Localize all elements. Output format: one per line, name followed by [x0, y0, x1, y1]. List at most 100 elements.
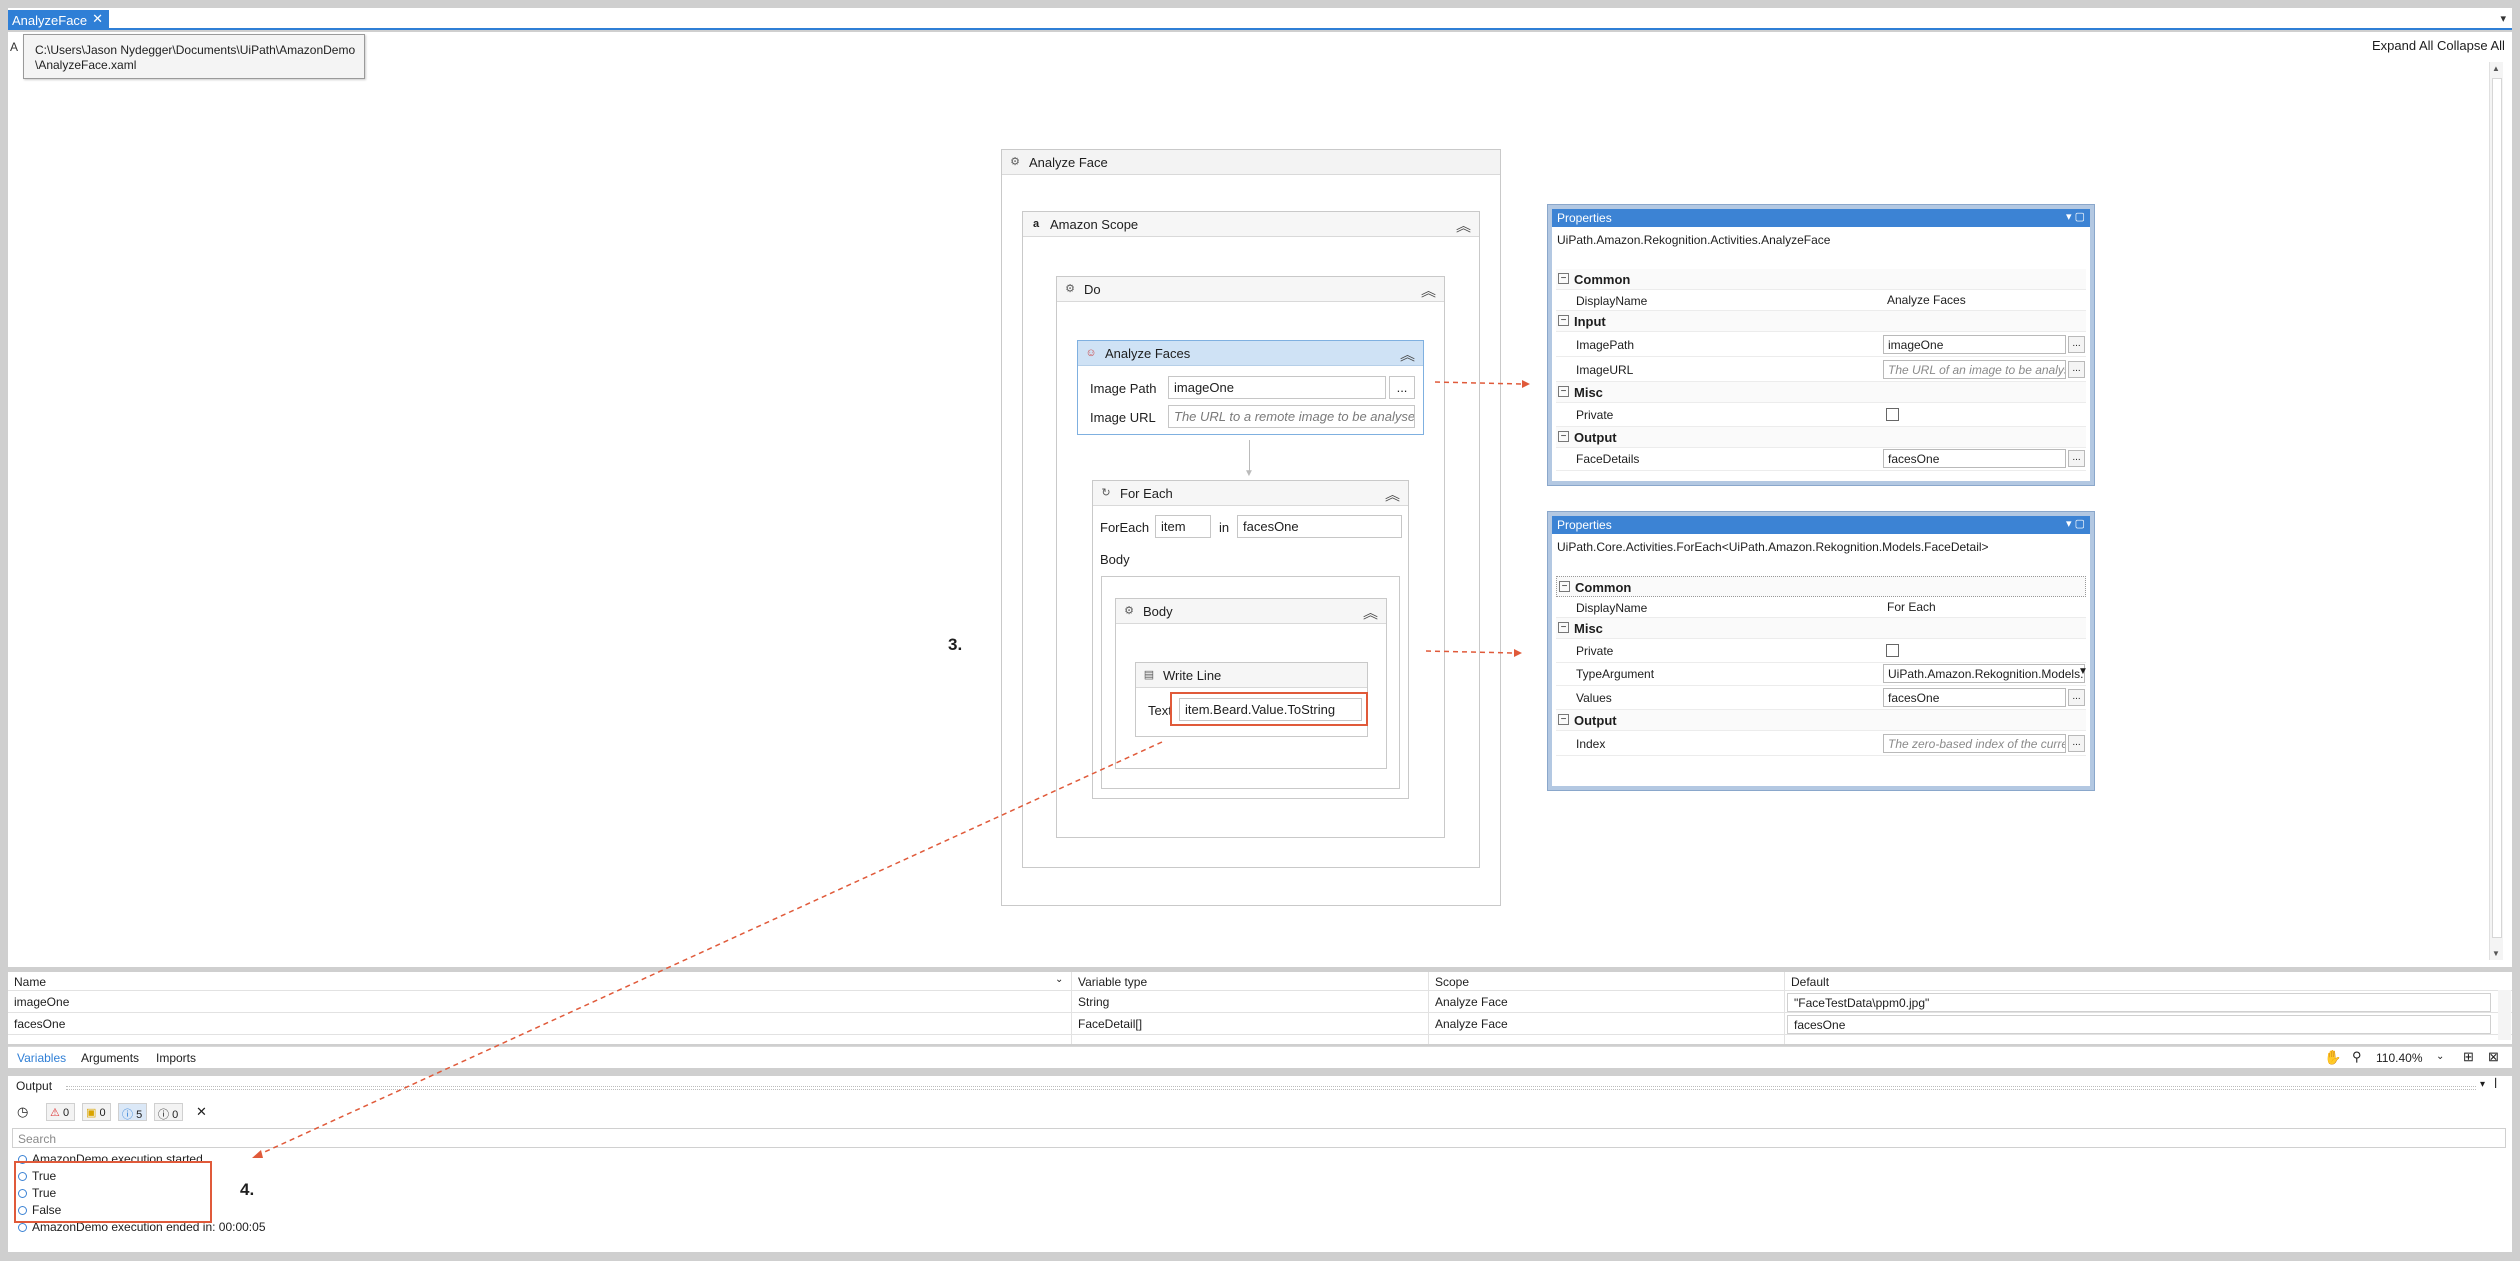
zoom-search-icon[interactable]: ⚲	[2352, 1049, 2362, 1065]
property-typeargument[interactable]: TypeArgument UiPath.Amazon.Rekognition.Mo…	[1556, 663, 2088, 686]
pin-icon[interactable]: ꟾ	[2494, 1078, 2497, 1091]
category-common[interactable]: − Common	[1556, 269, 2086, 290]
chevron-down-icon[interactable]: ▼	[2078, 666, 2088, 677]
variable-name-cell[interactable]: imageOne	[8, 991, 69, 1013]
column-header-scope[interactable]: Scope	[1429, 972, 1469, 990]
category-misc[interactable]: − Misc	[1556, 618, 2086, 639]
activity-analyze-faces[interactable]: ☺ Analyze Faces ︽ Image Path imageOne ..…	[1077, 340, 1424, 435]
overview-icon[interactable]: ⊠	[2488, 1049, 2499, 1065]
tab-variables[interactable]: Variables	[17, 1051, 66, 1065]
variable-default-cell[interactable]: "FaceTestData\ppm0.jpg"	[1787, 993, 2491, 1012]
column-header-default[interactable]: Default	[1785, 972, 1829, 990]
facedetails-input[interactable]: facesOne	[1883, 449, 2066, 468]
category-output[interactable]: − Output	[1556, 427, 2086, 448]
clear-output-icon[interactable]: ✕	[196, 1104, 207, 1120]
collapse-chevron-icon[interactable]: ︽	[1363, 602, 1378, 623]
property-index[interactable]: IndexThe zero-based index of the current…	[1556, 733, 2086, 756]
index-expression-button[interactable]: ...	[2068, 735, 2085, 752]
displayname-value[interactable]: For Each	[1883, 598, 2066, 617]
panel-window-buttons[interactable]: ▾ ▢	[2066, 517, 2085, 530]
close-icon[interactable]: ✕	[92, 11, 103, 27]
imageurl-input[interactable]: The URL of an image to be analysed	[1883, 360, 2066, 379]
image-url-input[interactable]: The URL to a remote image to be analysed	[1168, 405, 1415, 428]
breadcrumb[interactable]: A	[10, 40, 18, 54]
expand-all-button[interactable]: Expand All	[2372, 38, 2433, 53]
errors-filter-button[interactable]: ⚠ 0	[46, 1103, 75, 1121]
collapse-icon[interactable]: −	[1558, 315, 1569, 326]
in-label: in	[1219, 520, 1230, 535]
scrollbar-thumb[interactable]	[2492, 78, 2502, 938]
panel-grip[interactable]	[66, 1086, 2476, 1090]
zoom-level-select[interactable]: 110.40%	[2376, 1051, 2422, 1065]
hand-pan-icon[interactable]: ✋	[2324, 1049, 2341, 1066]
collapse-icon[interactable]: −	[1558, 714, 1569, 725]
values-input[interactable]: facesOne	[1883, 688, 2066, 707]
activity-title: Do	[1084, 282, 1101, 297]
tab-arguments[interactable]: Arguments	[81, 1051, 139, 1065]
image-path-input[interactable]: imageOne	[1168, 376, 1386, 399]
collapse-icon[interactable]: −	[1558, 622, 1569, 633]
collapse-icon[interactable]: −	[1558, 386, 1569, 397]
foreach-collection-input[interactable]: facesOne	[1237, 515, 1402, 538]
warnings-filter-button[interactable]: ▣ 0	[82, 1103, 111, 1121]
foreach-item-input[interactable]: item	[1155, 515, 1211, 538]
variable-scope-cell[interactable]: Analyze Face	[1429, 1013, 1508, 1035]
panel-window-buttons[interactable]: ▾ ▢	[2066, 210, 2085, 223]
imagepath-expression-button[interactable]: ...	[2068, 336, 2085, 353]
chevron-down-icon[interactable]: ⌄	[2436, 1051, 2444, 1062]
trace-filter-button[interactable]: ⓘ 0	[154, 1103, 183, 1121]
category-output[interactable]: − Output	[1556, 710, 2086, 731]
property-private[interactable]: Private	[1556, 404, 2086, 427]
displayname-value[interactable]: Analyze Faces	[1883, 291, 2066, 310]
scroll-down-icon[interactable]: ▼	[2492, 949, 2500, 958]
values-expression-button[interactable]: ...	[2068, 689, 2085, 706]
trace-icon: ⓘ	[158, 1109, 169, 1121]
output-search-input[interactable]: Search	[12, 1128, 2506, 1148]
variable-scope-cell[interactable]: Analyze Face	[1429, 991, 1508, 1013]
collapse-icon[interactable]: −	[1558, 431, 1569, 442]
collapse-all-button[interactable]: Collapse All	[2437, 38, 2505, 53]
collapse-chevron-icon[interactable]: ︽	[1421, 280, 1436, 301]
variable-name-cell[interactable]: facesOne	[8, 1013, 65, 1035]
property-facedetails[interactable]: FaceDetails facesOne...	[1556, 448, 2086, 471]
variables-scrollbar[interactable]	[2498, 990, 2511, 1040]
image-path-expression-button[interactable]: ...	[1389, 376, 1415, 399]
clock-icon[interactable]: ◷	[17, 1104, 28, 1120]
tab-imports[interactable]: Imports	[156, 1051, 196, 1065]
facedetails-expression-button[interactable]: ...	[2068, 450, 2085, 467]
property-imagepath[interactable]: ImagePath imageOne...	[1556, 334, 2086, 357]
imageurl-expression-button[interactable]: ...	[2068, 361, 2085, 378]
column-header-type[interactable]: Variable type	[1072, 972, 1147, 990]
typeargument-select[interactable]: UiPath.Amazon.Rekognition.Models.FaceDet…	[1883, 664, 2085, 683]
tab-analyzeface[interactable]: AnalyzeFace ✕	[8, 10, 109, 30]
collapse-icon[interactable]: −	[1559, 581, 1570, 592]
column-header-name[interactable]: Name	[8, 972, 46, 990]
index-input[interactable]: The zero-based index of the current elem…	[1883, 734, 2066, 753]
collapse-chevron-icon[interactable]: ︽	[1456, 215, 1471, 236]
property-values[interactable]: Values facesOne...	[1556, 687, 2086, 710]
fit-to-screen-icon[interactable]: ⊞	[2463, 1049, 2474, 1065]
imagepath-input[interactable]: imageOne	[1883, 335, 2066, 354]
private-checkbox[interactable]	[1886, 644, 1899, 657]
chevron-down-icon[interactable]: ▾	[2500, 12, 2506, 25]
property-displayname[interactable]: DisplayName Analyze Faces	[1556, 290, 2086, 311]
collapse-chevron-icon[interactable]: ︽	[1400, 344, 1415, 365]
property-private[interactable]: Private	[1556, 640, 2086, 663]
category-misc[interactable]: − Misc	[1556, 382, 2086, 403]
category-input[interactable]: − Input	[1556, 311, 2086, 332]
collapse-chevron-icon[interactable]: ︽	[1385, 484, 1400, 505]
scroll-up-icon[interactable]: ▲	[2492, 64, 2500, 73]
collapse-icon[interactable]: −	[1558, 273, 1569, 284]
variable-type-cell[interactable]: FaceDetail[]	[1072, 1013, 1142, 1035]
private-checkbox[interactable]	[1886, 408, 1899, 421]
category-common[interactable]: − Common	[1556, 576, 2086, 597]
property-displayname[interactable]: DisplayName For Each	[1556, 597, 2086, 618]
variable-default-cell[interactable]: facesOne	[1787, 1015, 2491, 1034]
activity-title: For Each	[1120, 486, 1173, 501]
sort-chevron-icon[interactable]: ⌄	[1055, 974, 1063, 985]
chevron-down-icon[interactable]: ▾	[2480, 1079, 2485, 1090]
info-filter-button[interactable]: ⓘ 5	[118, 1103, 147, 1121]
designer-vertical-scrollbar[interactable]: ▲ ▼	[2489, 62, 2503, 960]
variable-type-cell[interactable]: String	[1072, 991, 1109, 1013]
property-imageurl[interactable]: ImageURL The URL of an image to be analys…	[1556, 359, 2086, 382]
